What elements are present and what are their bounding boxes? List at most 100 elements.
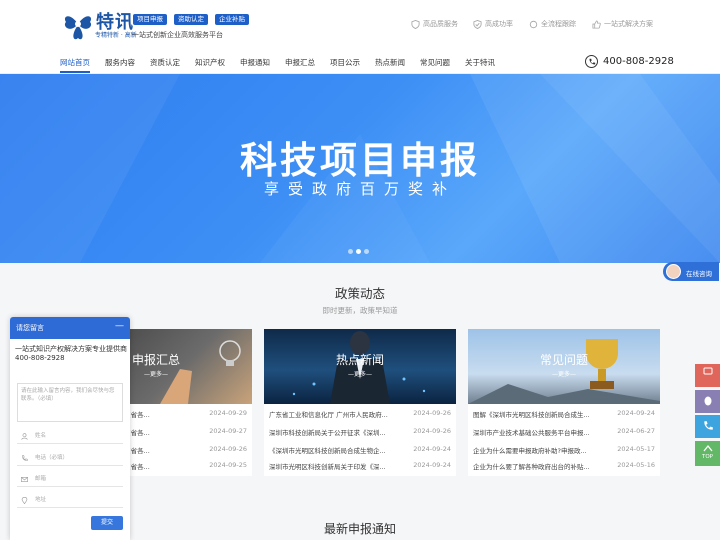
banner-title: 科技项目申报 [240, 139, 480, 182]
tag-project-apply: 项目申报 [133, 14, 167, 25]
phone-icon [703, 421, 713, 430]
slider-dots [348, 249, 369, 254]
banner-subtitle: 享受政府百万奖补 [263, 180, 456, 198]
nav-home[interactable]: 网站首页 [60, 57, 90, 68]
nav-news[interactable]: 热点新闻 [375, 57, 405, 68]
list-item[interactable]: 《深圳市光明区科技创新局合成生物企... 2024-09-24 [269, 445, 451, 457]
side-qq-button[interactable] [695, 390, 720, 413]
nav-faq[interactable]: 常见问题 [420, 57, 450, 68]
shield-icon [473, 19, 482, 29]
list-item-title: 图解《深圳市光明区科技创新局合成生... [473, 411, 590, 419]
nav-about[interactable]: 关于特讯 [465, 57, 495, 68]
slider-dot[interactable] [348, 249, 353, 254]
message-textarea[interactable]: 请在此输入留言内容，我们会尽快与您联系。（必填） [17, 383, 123, 422]
popup-intro-text: 一站式知识产权解决方案专业提供商 [15, 345, 127, 353]
list-item[interactable]: 企业为什么需要申报政府补助?申报政... 2024-05-17 [473, 445, 655, 457]
feature-success: 高成功率 [473, 19, 513, 29]
back-to-top-button[interactable]: TOP [695, 441, 720, 466]
list-item[interactable]: 广东省工业和信息化厅 广州市人民政府... 2024-09-26 [269, 409, 451, 421]
phone-field[interactable]: 电话（必填） [17, 451, 123, 466]
card-news: 热点新闻 —更多— 广东省工业和信息化厅 广州市人民政府... 2024-09-2… [264, 329, 456, 476]
list-item-date: 2024-05-16 [617, 461, 655, 469]
feature-label: 高品质服务 [423, 20, 458, 28]
section-title: 政策动态 [334, 286, 385, 301]
name-field[interactable]: 姓名 [17, 429, 123, 444]
consult-icon [703, 367, 712, 375]
nav-summary[interactable]: 申报汇总 [285, 57, 315, 68]
mail-icon [21, 477, 28, 482]
nav-publicity[interactable]: 项目公示 [330, 57, 360, 68]
hotline[interactable]: 400-808-2928 [585, 55, 674, 68]
list-item-title: 深圳市科技创新局关于公开征求《深圳... [269, 429, 386, 437]
card-image[interactable]: 热点新闻 —更多— [264, 329, 456, 404]
list-item-date: 2024-09-24 [413, 445, 451, 453]
card-title: 热点新闻 [335, 353, 384, 367]
feature-label: 高成功率 [485, 20, 513, 28]
user-icon [21, 433, 28, 440]
email-placeholder: 邮箱 [35, 476, 47, 482]
feature-label: 全流程跟踪 [541, 20, 576, 28]
side-phone-button[interactable] [695, 415, 720, 438]
more-link[interactable]: —更多— [264, 369, 456, 378]
phone-placeholder: 电话（必填） [35, 455, 69, 461]
card-image[interactable]: 常见问题 —更多— [468, 329, 660, 404]
list-item-date: 2024-09-24 [617, 409, 655, 417]
tag-funding: 资助认定 [174, 14, 208, 25]
hotline-number: 400-808-2928 [603, 56, 674, 67]
hero-banner[interactable]: 科技项目申报 享受政府百万奖补 [0, 74, 720, 263]
nav-services[interactable]: 服务内容 [105, 57, 135, 68]
list-item-date: 2024-06-27 [617, 427, 655, 435]
list-item[interactable]: 图解《深圳市光明区科技创新局合成生... 2024-09-24 [473, 409, 655, 421]
nav-ip[interactable]: 知识产权 [195, 57, 225, 68]
location-icon [21, 497, 28, 504]
list-item-date: 2024-09-26 [413, 409, 451, 417]
list-item[interactable]: 企业为什么要了解各种政府出台的补贴... 2024-05-16 [473, 461, 655, 473]
online-consult-button[interactable]: 在线咨询 [663, 262, 719, 281]
list-item-date: 2024-09-26 [413, 427, 451, 435]
avatar [666, 264, 681, 279]
more-link[interactable]: —更多— [468, 369, 660, 378]
refresh-icon [529, 20, 538, 28]
minimize-icon[interactable]: — [115, 321, 124, 331]
feature-quality: 高品质服务 [411, 19, 458, 29]
feature-label: 一站式解决方案 [604, 20, 653, 28]
list-item-title: 深圳市光明区科技创新局关于印发《深... [269, 463, 386, 471]
name-placeholder: 姓名 [35, 433, 47, 439]
popup-intro: 一站式知识产权解决方案专业提供商 400-808-2928 [15, 345, 127, 363]
popup-header: 请您留言 — [10, 317, 130, 339]
list-item-date: 2024-05-17 [617, 445, 655, 453]
thumbs-up-icon [592, 19, 601, 29]
site-header: 特讯 专精特新 · 高新 项目申报 资助认定 企业补贴 一站式创新企业高效服务平… [0, 0, 720, 50]
nav-active-indicator [60, 71, 90, 73]
list-item-date: 2024-09-29 [209, 409, 247, 417]
online-consult-label: 在线咨询 [686, 270, 712, 278]
side-consult-button[interactable] [695, 364, 720, 387]
card-faq: 常见问题 —更多— 图解《深圳市光明区科技创新局合成生... 2024-09-24… [468, 329, 660, 476]
card-title: 常见问题 [539, 353, 588, 367]
nav-qualification[interactable]: 资质认定 [150, 57, 180, 68]
email-field[interactable]: 邮箱 [17, 472, 123, 487]
list-item-date: 2024-09-24 [413, 461, 451, 469]
slogan: 一站式创新企业高效服务平台 [132, 31, 223, 39]
slider-dot-active[interactable] [356, 249, 361, 254]
message-popup: 请您留言 — 一站式知识产权解决方案专业提供商 400-808-2928 请在此… [10, 317, 130, 540]
list-item[interactable]: 深圳市产业技术基础公共服务平台申报... 2024-06-27 [473, 427, 655, 439]
section-subtitle: 即时更新，政策早知道 [322, 306, 398, 315]
clover-logo-icon[interactable] [60, 8, 96, 42]
submit-button[interactable]: 提交 [91, 516, 123, 530]
address-placeholder: 地址 [35, 497, 47, 503]
slider-dot[interactable] [364, 249, 369, 254]
address-field[interactable]: 地址 [17, 493, 123, 508]
list-item-date: 2024-09-27 [209, 427, 247, 435]
list-item-title: 广东省工业和信息化厅 广州市人民政府... [269, 411, 388, 419]
list-item-title: 企业为什么需要申报政府补助?申报政... [473, 447, 587, 455]
list-item-title: 企业为什么要了解各种政府出台的补贴... [473, 463, 590, 471]
list-item-title: 《深圳市光明区科技创新局合成生物企... [269, 447, 386, 455]
main-nav: 网站首页 服务内容 资质认定 知识产权 申报通知 申报汇总 项目公示 热点新闻 … [0, 50, 720, 74]
feature-tracking: 全流程跟踪 [529, 19, 576, 29]
popup-phone: 400-808-2928 [15, 354, 65, 362]
nav-notice[interactable]: 申报通知 [240, 57, 270, 68]
shield-check-icon [411, 19, 420, 29]
list-item[interactable]: 深圳市光明区科技创新局关于印发《深... 2024-09-24 [269, 461, 451, 473]
list-item[interactable]: 深圳市科技创新局关于公开征求《深圳... 2024-09-26 [269, 427, 451, 439]
